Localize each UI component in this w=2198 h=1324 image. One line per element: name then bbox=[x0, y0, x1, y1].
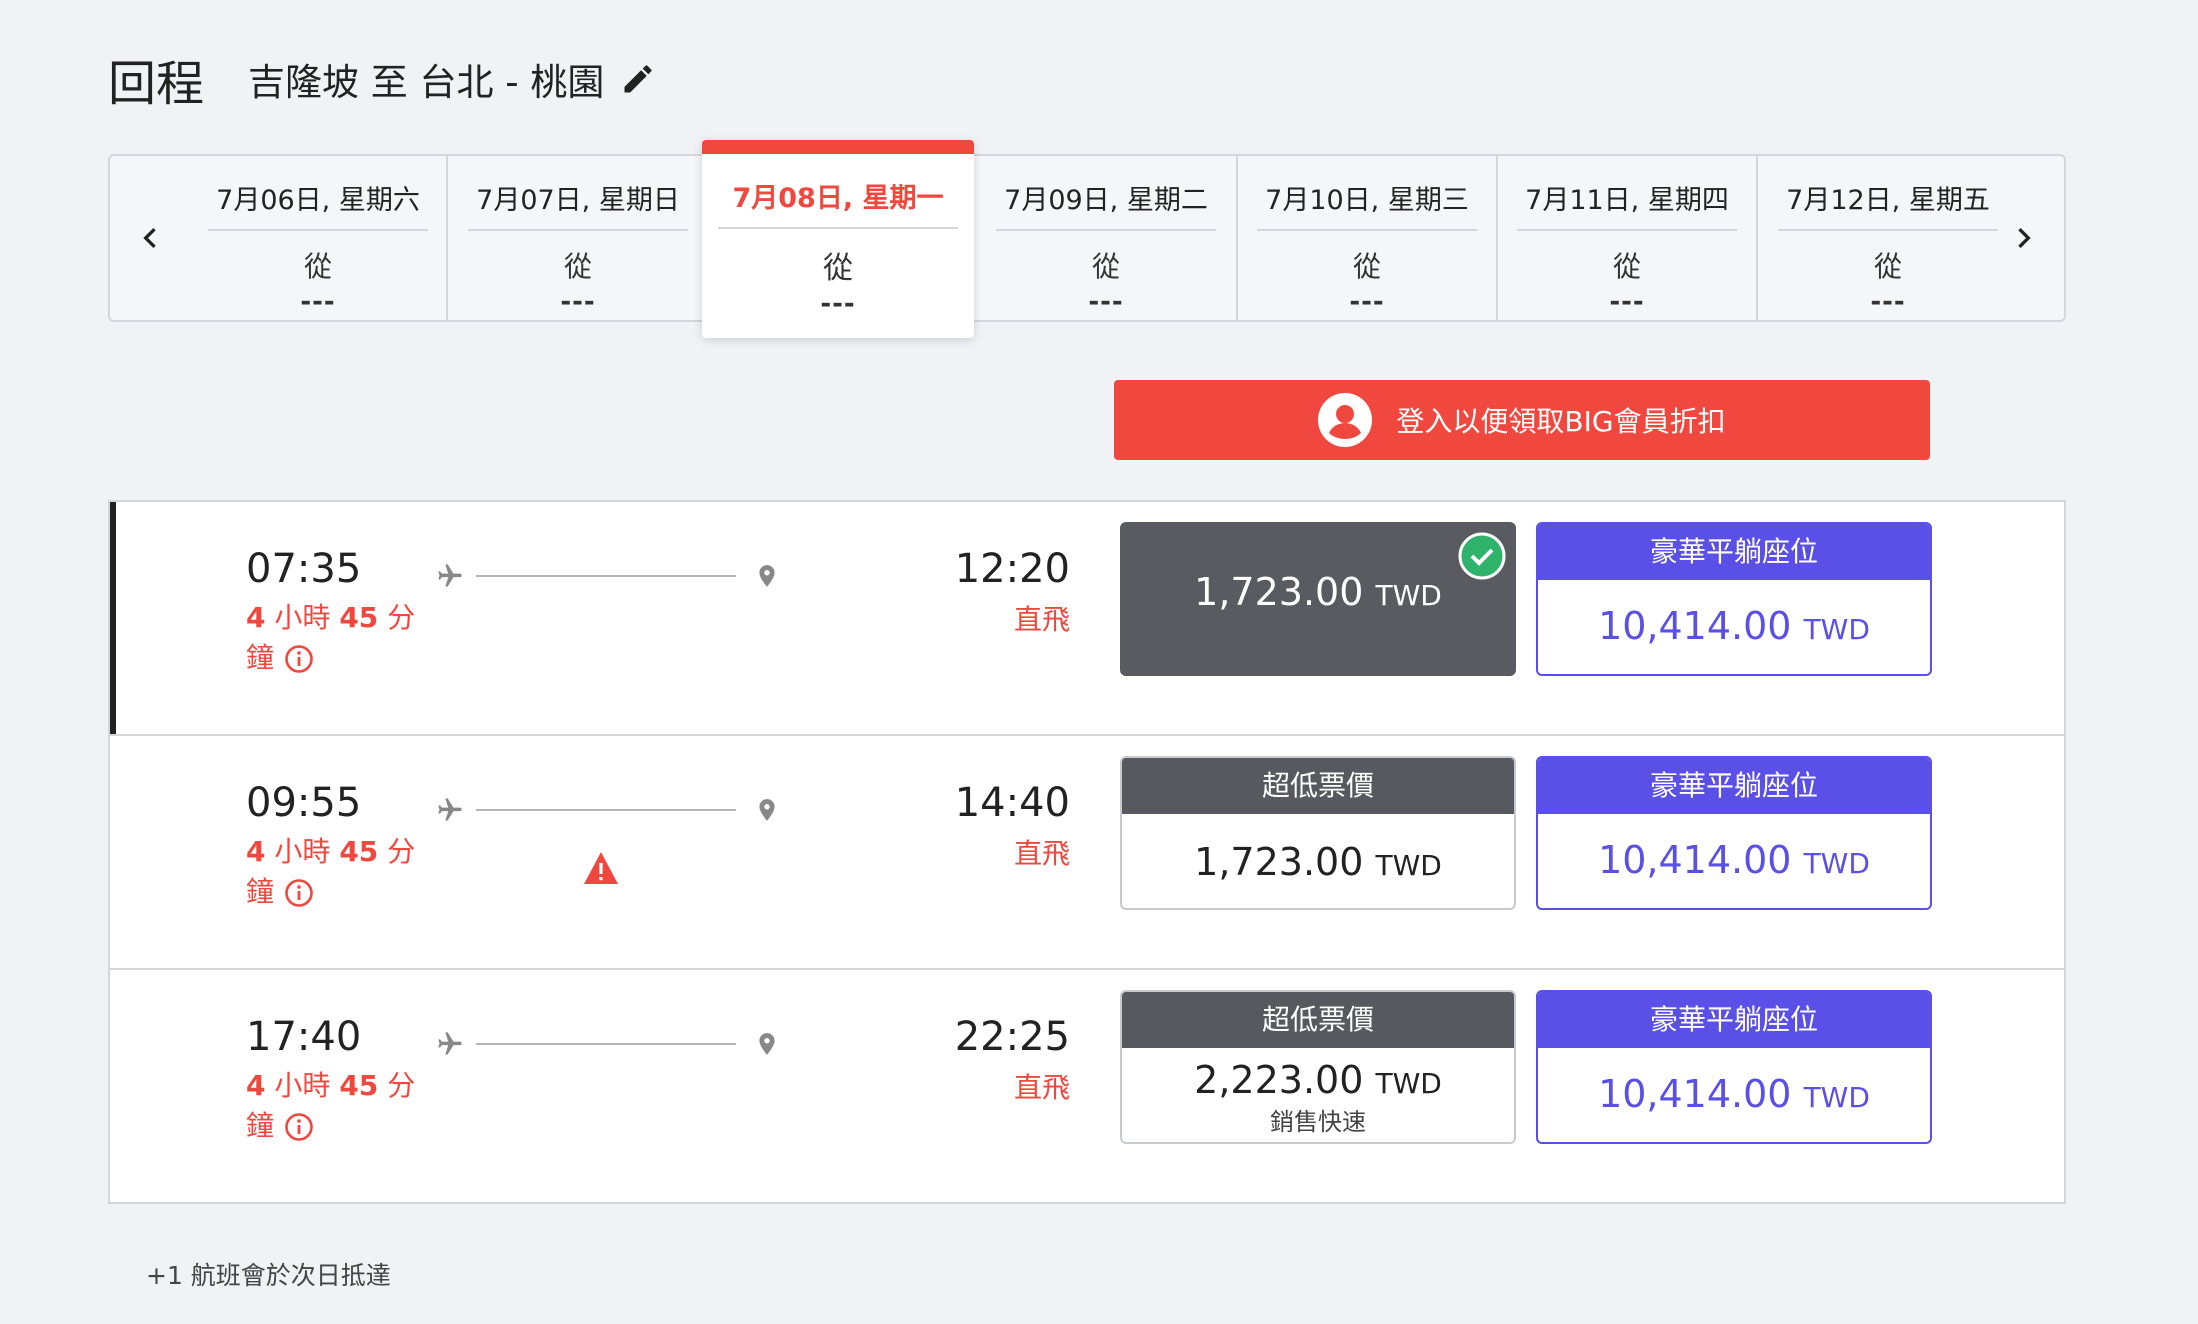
location-pin-icon bbox=[759, 1033, 775, 1055]
economy-fare-card[interactable]: 超低票價 2,223.00 TWD 銷售快速 bbox=[1120, 990, 1516, 1144]
departure-time: 09:55 bbox=[246, 780, 362, 826]
date-price: --- bbox=[1609, 287, 1645, 317]
fare-header: 超低票價 bbox=[1122, 758, 1514, 814]
date-label: 7月12日, 星期五 bbox=[1778, 178, 1998, 231]
premium-fare-card[interactable]: 豪華平躺座位 10,414.00 TWD bbox=[1536, 990, 1932, 1144]
from-label: 從 bbox=[563, 250, 592, 283]
stops-label: 直飛 bbox=[1013, 1071, 1070, 1104]
route-line bbox=[476, 809, 736, 811]
fare-price: 10,414.00 TWD bbox=[1598, 604, 1870, 648]
flight-row[interactable]: 09:55 4 小時 45 分 鐘 14:40 直飛 超低票價 1,723.00… bbox=[110, 736, 2064, 970]
fare-header: 超低票價 bbox=[1122, 992, 1514, 1048]
date-label: 7月07日, 星期日 bbox=[468, 178, 688, 231]
selected-row-indicator bbox=[110, 502, 116, 734]
login-discount-button[interactable]: 登入以便領取BIG會員折扣 bbox=[1114, 380, 1930, 460]
from-label: 從 bbox=[1873, 250, 1902, 283]
next-day-footnote: +1 航班會於次日抵達 bbox=[146, 1261, 391, 1290]
arrival-time: 22:25 bbox=[954, 1014, 1070, 1060]
plane-icon bbox=[438, 798, 462, 821]
route-line bbox=[476, 1043, 736, 1045]
economy-fare-card[interactable]: 超低票價 1,723.00 TWD bbox=[1120, 756, 1516, 910]
date-price: --- bbox=[820, 289, 856, 319]
fare-note: 銷售快速 bbox=[1270, 1108, 1366, 1136]
date-tab[interactable]: 7月06日, 星期六 從 --- bbox=[190, 156, 448, 320]
info-icon[interactable] bbox=[284, 644, 314, 674]
fare-price: 1,723.00 TWD bbox=[1194, 840, 1442, 884]
info-icon[interactable] bbox=[284, 878, 314, 908]
plane-icon bbox=[438, 1032, 462, 1055]
flight-duration: 4 小時 45 分 鐘 bbox=[246, 601, 416, 674]
location-pin-icon bbox=[759, 799, 775, 821]
page-header: 回程 吉隆坡 至 台北 - 桃園 bbox=[108, 44, 656, 114]
stops-label: 直飛 bbox=[1013, 837, 1070, 870]
flight-duration: 4 小時 45 分 鐘 bbox=[246, 835, 416, 908]
date-selector: 7月06日, 星期六 從 --- 7月07日, 星期日 從 --- 7月08日,… bbox=[108, 140, 2066, 338]
flight-duration: 4 小時 45 分 鐘 bbox=[246, 1069, 416, 1142]
date-tab[interactable]: 7月11日, 星期四 從 --- bbox=[1498, 156, 1758, 320]
user-avatar-icon bbox=[1318, 393, 1373, 447]
selected-indicator bbox=[702, 140, 974, 154]
login-banner-label: 登入以便領取BIG會員折扣 bbox=[1396, 405, 1726, 438]
route-line bbox=[476, 575, 736, 577]
date-tab[interactable]: 7月12日, 星期五 從 --- bbox=[1758, 156, 2018, 320]
from-label: 從 bbox=[823, 251, 853, 286]
warning-icon[interactable] bbox=[582, 850, 620, 886]
date-price: --- bbox=[1870, 287, 1906, 317]
date-label: 7月10日, 星期三 bbox=[1257, 178, 1477, 231]
fare-price: 2,223.00 TWD bbox=[1194, 1058, 1442, 1102]
from-label: 從 bbox=[1091, 250, 1120, 283]
fare-price: 1,723.00 TWD bbox=[1194, 570, 1442, 614]
plane-icon bbox=[438, 564, 462, 587]
stops-label: 直飛 bbox=[1013, 603, 1070, 636]
flight-row[interactable]: 17:40 4 小時 45 分 鐘 22:25 直飛 超低票價 2,223.00… bbox=[110, 970, 2064, 1204]
date-tab[interactable]: 7月10日, 星期三 從 --- bbox=[1238, 156, 1498, 320]
date-label: 7月06日, 星期六 bbox=[208, 178, 428, 231]
date-tab-selected[interactable]: 7月08日, 星期一 從 --- bbox=[702, 140, 974, 338]
flight-row[interactable]: 07:35 4 小時 45 分 鐘 12:20 直飛 1,723.00 TWD … bbox=[110, 502, 2064, 736]
date-label: 7月09日, 星期二 bbox=[996, 178, 1216, 231]
arrival-time: 12:20 bbox=[954, 546, 1070, 592]
fare-header: 豪華平躺座位 bbox=[1538, 758, 1930, 814]
pencil-icon[interactable] bbox=[620, 61, 656, 97]
date-price: --- bbox=[560, 287, 596, 317]
date-price: --- bbox=[1088, 287, 1124, 317]
fare-price: 10,414.00 TWD bbox=[1598, 1072, 1870, 1116]
date-label: 7月08日, 星期一 bbox=[718, 176, 958, 229]
arrival-time: 14:40 bbox=[954, 780, 1070, 826]
date-tab[interactable]: 7月09日, 星期二 從 --- bbox=[976, 156, 1238, 320]
date-tab[interactable]: 7月07日, 星期日 從 --- bbox=[450, 156, 708, 320]
fare-header: 豪華平躺座位 bbox=[1538, 992, 1930, 1048]
from-label: 從 bbox=[1612, 250, 1641, 283]
date-label: 7月11日, 星期四 bbox=[1517, 178, 1737, 231]
flight-list: 07:35 4 小時 45 分 鐘 12:20 直飛 1,723.00 TWD … bbox=[108, 500, 2066, 1204]
chevron-left-icon[interactable] bbox=[130, 218, 170, 258]
premium-fare-card[interactable]: 豪華平躺座位 10,414.00 TWD bbox=[1536, 756, 1932, 910]
departure-time: 07:35 bbox=[246, 546, 362, 592]
fare-header: 豪華平躺座位 bbox=[1538, 524, 1930, 580]
location-pin-icon bbox=[759, 565, 775, 587]
date-price: --- bbox=[300, 287, 336, 317]
chevron-right-icon[interactable] bbox=[2004, 218, 2044, 258]
info-icon[interactable] bbox=[284, 1112, 314, 1142]
economy-fare-card[interactable]: 1,723.00 TWD bbox=[1120, 522, 1516, 676]
premium-fare-card[interactable]: 豪華平躺座位 10,414.00 TWD bbox=[1536, 522, 1932, 676]
fare-price: 10,414.00 TWD bbox=[1598, 838, 1870, 882]
check-icon bbox=[1458, 532, 1506, 580]
from-label: 從 bbox=[1352, 250, 1381, 283]
page-title: 回程 bbox=[108, 56, 205, 112]
route-title: 吉隆坡 至 台北 - 桃園 bbox=[248, 61, 605, 104]
date-price: --- bbox=[1349, 287, 1385, 317]
departure-time: 17:40 bbox=[246, 1014, 362, 1060]
from-label: 從 bbox=[303, 250, 332, 283]
